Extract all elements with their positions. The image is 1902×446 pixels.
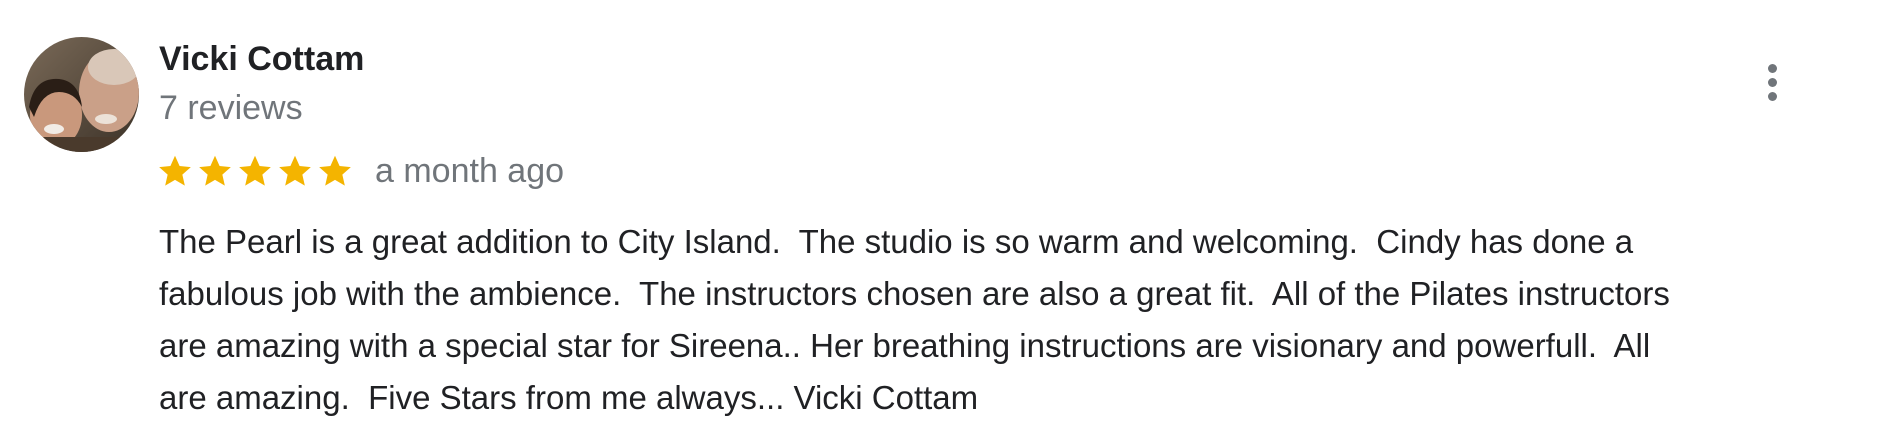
star-icon xyxy=(239,155,271,186)
user-photo-avatar-icon xyxy=(24,37,139,152)
review-count: 7 reviews xyxy=(159,89,303,127)
review-date: a month ago xyxy=(375,152,565,190)
more-options-button[interactable] xyxy=(1750,60,1794,104)
avatar[interactable] xyxy=(24,37,139,152)
more-vertical-icon xyxy=(1767,63,1777,73)
more-vertical-icon-dot xyxy=(1767,77,1777,87)
star-icon xyxy=(199,155,231,186)
review-text-line: fabulous job with the ambience. The inst… xyxy=(159,275,1670,312)
review-card: Vicki Cottam 7 reviews a month ago The P… xyxy=(0,0,1902,446)
star-icon xyxy=(319,155,351,186)
review-text-line: are amazing with a special star for Sire… xyxy=(159,327,1651,364)
rating-row: a month ago xyxy=(157,150,564,192)
more-vertical-icon-dot xyxy=(1767,91,1777,101)
review-text-line: are amazing. Five Stars from me always..… xyxy=(159,379,979,416)
star-icon xyxy=(159,155,191,186)
star-rating xyxy=(157,153,353,189)
star-icon xyxy=(279,155,311,186)
author-name[interactable]: Vicki Cottam xyxy=(159,38,364,80)
review-text: The Pearl is a great addition to City Is… xyxy=(159,216,1879,424)
review-text-line: The Pearl is a great addition to City Is… xyxy=(159,223,1634,260)
